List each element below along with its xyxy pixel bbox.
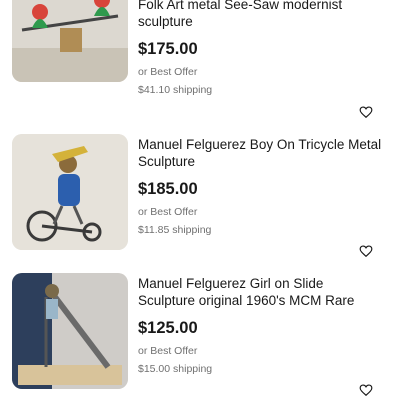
best-offer-label: or Best Offer bbox=[138, 66, 198, 78]
listing-title[interactable]: Folk Art metal See-Saw modernist sculptu… bbox=[138, 0, 383, 30]
listing-info: Manuel Felguerez Boy On Tricycle Metal S… bbox=[138, 136, 383, 236]
listing-info: Folk Art metal See-Saw modernist sculptu… bbox=[138, 0, 383, 96]
tricycle-sculpture-photo bbox=[12, 134, 128, 250]
watch-button[interactable] bbox=[357, 242, 375, 260]
see-saw-sculpture-photo bbox=[12, 0, 128, 82]
heart-icon bbox=[359, 384, 373, 397]
listing-image[interactable] bbox=[12, 134, 128, 250]
heart-icon bbox=[359, 106, 373, 119]
slide-sculpture-photo bbox=[12, 273, 128, 389]
heart-icon bbox=[359, 245, 373, 258]
watch-button[interactable] bbox=[357, 381, 375, 399]
listing-price: $185.00 bbox=[138, 180, 198, 198]
shipping-cost: $11.85 shipping bbox=[138, 224, 212, 236]
best-offer-label: or Best Offer bbox=[138, 345, 198, 357]
shipping-cost: $41.10 shipping bbox=[138, 84, 213, 96]
listing-price: $175.00 bbox=[138, 40, 198, 58]
listing-price: $125.00 bbox=[138, 319, 198, 337]
listing-title[interactable]: Manuel Felguerez Girl on Slide Sculpture… bbox=[138, 275, 383, 309]
listing-info: Manuel Felguerez Girl on Slide Sculpture… bbox=[138, 275, 383, 375]
watch-button[interactable] bbox=[357, 103, 375, 121]
listing-image[interactable] bbox=[12, 273, 128, 389]
best-offer-label: or Best Offer bbox=[138, 206, 198, 218]
listing-title[interactable]: Manuel Felguerez Boy On Tricycle Metal S… bbox=[138, 136, 383, 170]
shipping-cost: $15.00 shipping bbox=[138, 363, 213, 375]
listing-image[interactable] bbox=[12, 0, 128, 82]
